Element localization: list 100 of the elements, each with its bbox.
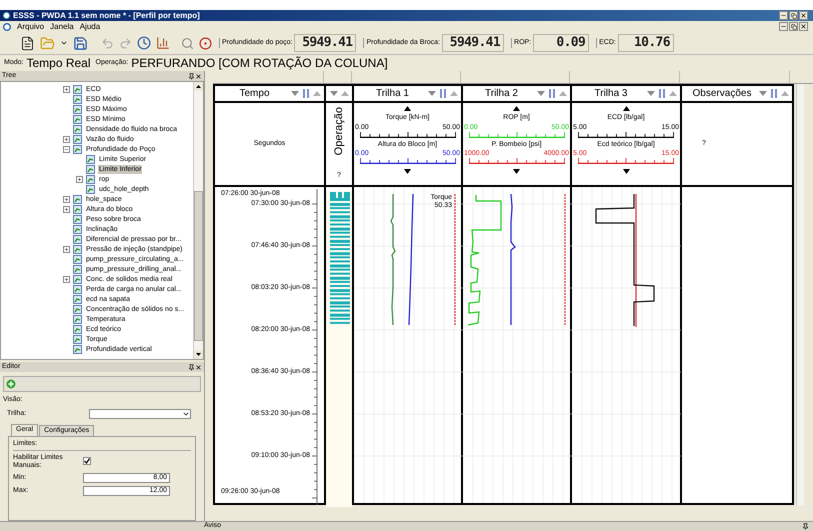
sort-down-button[interactable]: [537, 90, 545, 96]
column-title: Trilha 3: [594, 87, 628, 101]
restore-icon: [790, 12, 796, 18]
menu-item[interactable]: Janela: [50, 20, 74, 32]
data-series-icon: [73, 324, 82, 334]
menu-item[interactable]: Ajuda: [80, 20, 100, 32]
mode-value: Tempo Real: [26, 55, 90, 72]
data-series-icon: [73, 224, 82, 234]
column-title: Operação: [332, 107, 346, 156]
sort-down-button[interactable]: [647, 90, 655, 96]
pin-icon[interactable]: [188, 364, 195, 370]
data-series-icon: [73, 264, 82, 274]
close-icon[interactable]: [195, 72, 202, 80]
scrollbar[interactable]: [193, 82, 203, 359]
sort-down-button[interactable]: [759, 90, 767, 96]
checkbox[interactable]: [83, 456, 91, 464]
pin-icon[interactable]: [802, 523, 809, 530]
minimize-button[interactable]: [779, 11, 788, 20]
add-icon[interactable]: [6, 379, 16, 389]
data-series-icon: [73, 334, 82, 344]
menu-item[interactable]: Arquivo: [17, 20, 44, 32]
clock-icon[interactable]: [137, 36, 151, 50]
scroll-down-arrow[interactable]: [404, 169, 411, 174]
scroll-up-arrow[interactable]: [404, 106, 411, 111]
data-series-icon: [73, 234, 82, 244]
lcd-readout: 0.09: [533, 34, 590, 52]
plus-icon: [64, 86, 68, 92]
scrollbar[interactable]: [796, 84, 804, 505]
plus-icon: [64, 136, 68, 142]
plus-icon: [64, 196, 68, 202]
scroll-down-arrow[interactable]: [622, 169, 630, 174]
redo-icon[interactable]: [119, 36, 132, 50]
operation-value: PERFURANDO [COM ROTAÇÃO DA COLUNA]: [131, 55, 388, 72]
restore-button[interactable]: [789, 11, 798, 20]
close-button[interactable]: [799, 22, 808, 31]
expand-button[interactable]: [76, 176, 82, 182]
data-series-icon: [73, 84, 82, 94]
minus-icon: [64, 146, 68, 152]
expand-button[interactable]: [62, 136, 70, 142]
window-title: ESSS - PWDA 1.1 sem nome * - [Perfil por tempo]: [13, 10, 201, 22]
sort-up-button[interactable]: [313, 90, 321, 96]
scroll-up-arrow[interactable]: [513, 106, 520, 111]
column-title: Trilha 2: [484, 87, 519, 101]
expand-button[interactable]: [62, 86, 70, 92]
data-series-icon: [73, 304, 82, 314]
expand-button[interactable]: [62, 196, 70, 202]
expand-button[interactable]: [62, 276, 70, 282]
column-title: Observações: [692, 87, 752, 101]
close-icon: [800, 23, 807, 30]
data-series-icon: [73, 294, 82, 304]
data-series-icon: [86, 164, 95, 174]
sort-up-button[interactable]: [669, 90, 677, 96]
new-document-icon[interactable]: [20, 36, 35, 50]
scroll-up-arrow[interactable]: [194, 82, 203, 91]
scrollbar-thumb[interactable]: [194, 191, 203, 341]
sort-up-button[interactable]: [450, 90, 458, 96]
restore-button[interactable]: [789, 22, 798, 31]
record-icon[interactable]: [199, 36, 212, 50]
collapse-button[interactable]: [62, 146, 70, 152]
pause-icon: [440, 89, 446, 98]
close-icon: [800, 12, 807, 19]
sort-up-button[interactable]: [559, 90, 567, 96]
restore-icon: [790, 24, 796, 30]
data-series-icon: [73, 94, 82, 104]
data-series-icon: [73, 344, 82, 354]
data-series-icon: [73, 244, 82, 254]
minimize-button[interactable]: [779, 22, 788, 31]
bar-chart-icon[interactable]: [156, 36, 170, 50]
expand-button[interactable]: [62, 206, 70, 212]
undo-icon[interactable]: [101, 36, 114, 50]
data-series-icon: [73, 284, 82, 294]
scroll-down-arrow[interactable]: [513, 169, 520, 174]
search-icon[interactable]: [181, 36, 194, 50]
save-icon[interactable]: [73, 36, 88, 50]
data-series-icon: [73, 204, 82, 214]
sort-down-button[interactable]: [330, 90, 338, 96]
plus-icon: [64, 246, 68, 252]
track-select[interactable]: [89, 408, 191, 419]
close-icon[interactable]: [195, 364, 202, 370]
expand-button[interactable]: [62, 246, 70, 252]
data-series-icon: [73, 214, 82, 224]
pause-icon: [771, 89, 777, 98]
caret-icon[interactable]: [60, 39, 68, 47]
lcd-readout: 5949.41: [442, 34, 504, 52]
scroll-down-arrow[interactable]: [194, 350, 203, 359]
data-series-icon: [73, 124, 82, 134]
data-series-icon: [73, 314, 82, 324]
pause-icon: [549, 89, 555, 98]
sort-up-button[interactable]: [781, 90, 789, 96]
sort-down-button[interactable]: [291, 90, 299, 96]
scroll-up-arrow[interactable]: [622, 106, 630, 111]
pin-icon[interactable]: [188, 72, 195, 80]
data-series-icon: [86, 154, 95, 164]
data-series-icon: [73, 114, 82, 124]
sort-up-button[interactable]: [340, 90, 348, 96]
sort-down-button[interactable]: [428, 90, 436, 96]
close-button[interactable]: [799, 11, 808, 20]
folder-icon[interactable]: [40, 36, 55, 50]
data-series-icon: [73, 134, 82, 144]
column-title: Tempo: [238, 87, 270, 101]
